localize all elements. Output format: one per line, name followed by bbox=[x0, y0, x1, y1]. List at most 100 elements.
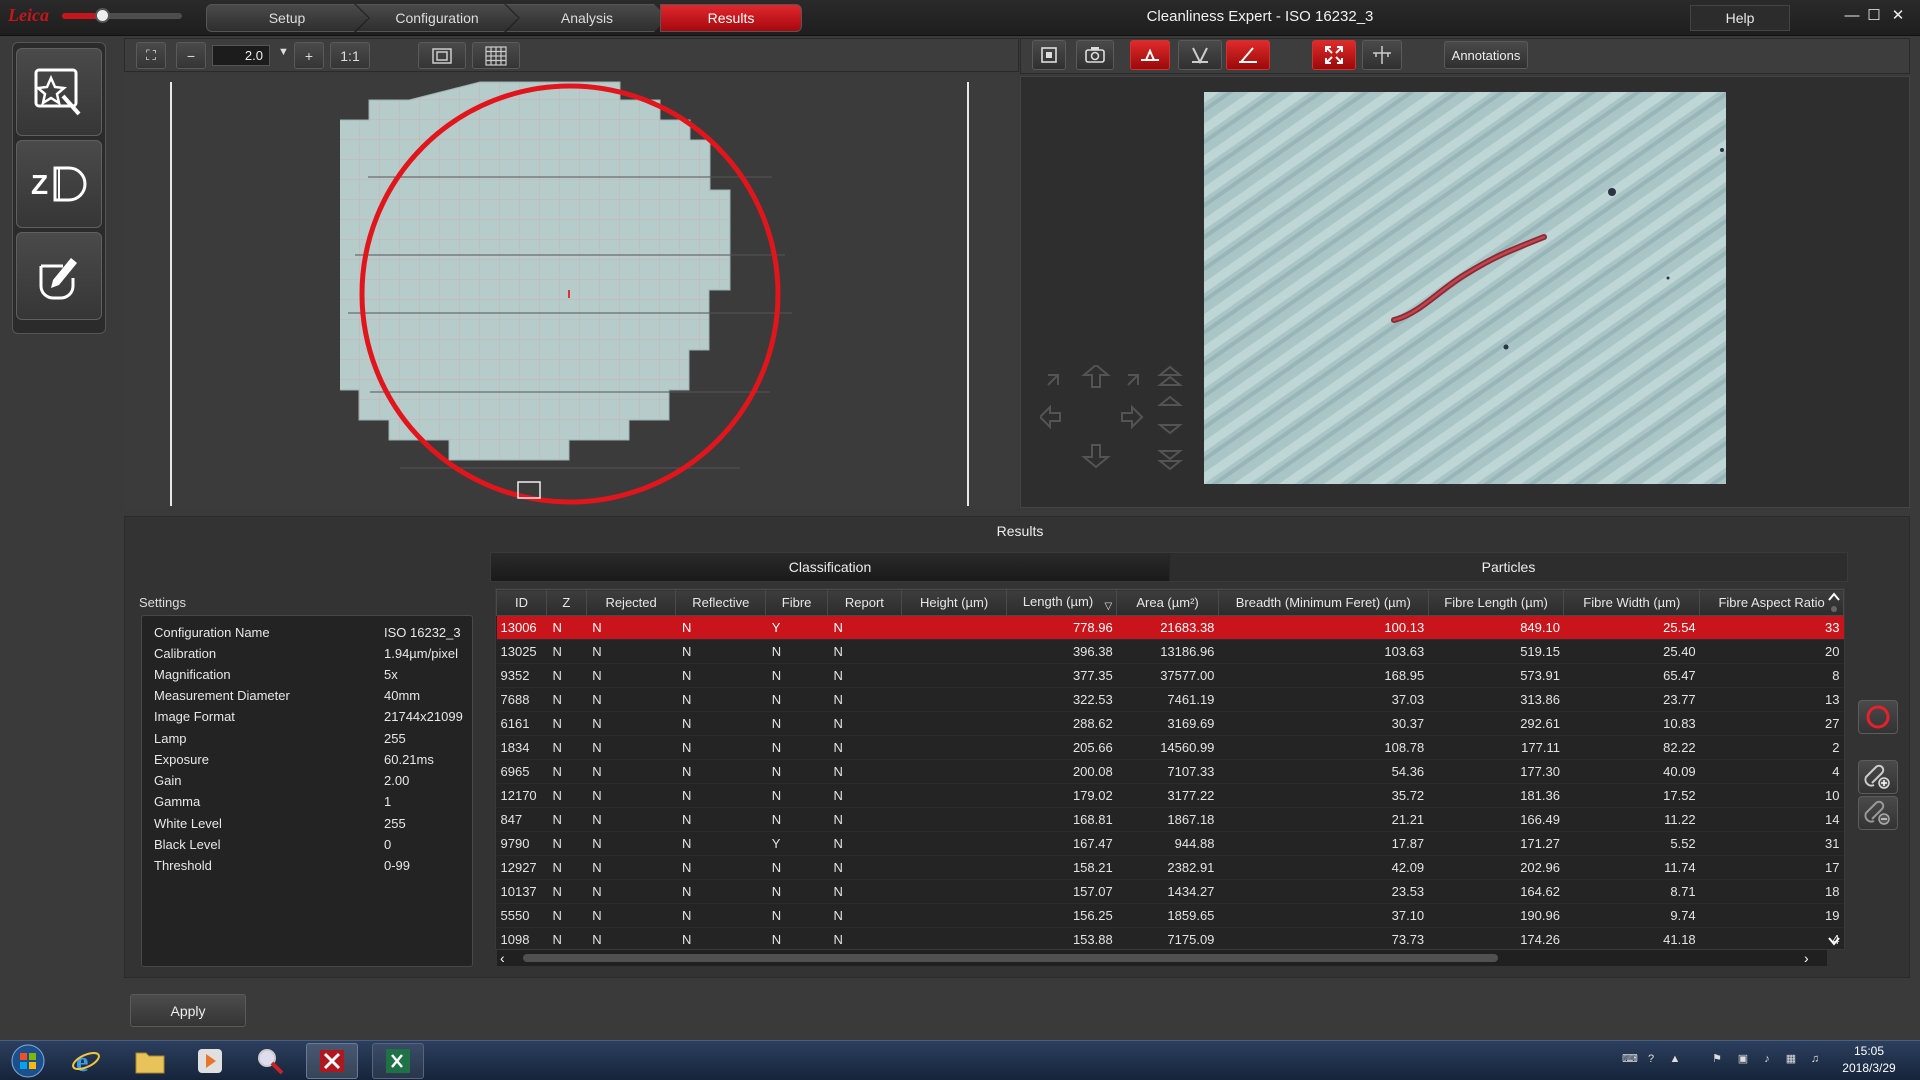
crosshair-button[interactable] bbox=[1362, 40, 1402, 70]
column-header[interactable]: Fibre Aspect Ratio bbox=[1699, 589, 1844, 616]
select-tool-button[interactable] bbox=[16, 48, 102, 136]
column-header[interactable]: Area (µm²) bbox=[1116, 589, 1219, 616]
fit-view-button[interactable]: ⛶ bbox=[136, 42, 166, 69]
table-cell: 4 bbox=[1699, 759, 1844, 784]
table-row[interactable]: 9790 N N N Y N 167.47 944.88 17.87 171.27 5.52 31 bbox=[496, 831, 1844, 856]
zoom-in-button[interactable]: + bbox=[294, 42, 324, 69]
table-cell: N bbox=[546, 687, 587, 712]
length-tool-button[interactable] bbox=[1226, 40, 1270, 70]
add-annotation-button[interactable] bbox=[1858, 760, 1898, 794]
highlight-particle-button[interactable] bbox=[1858, 700, 1898, 734]
column-header[interactable]: Fibre bbox=[765, 589, 828, 616]
one-to-one-button[interactable]: 1:1 bbox=[330, 42, 370, 69]
close-icon[interactable]: ✕ bbox=[1890, 8, 1906, 24]
tab-classification[interactable]: Classification bbox=[491, 553, 1169, 581]
setting-value: 2.00 bbox=[384, 773, 410, 788]
help-tray-icon[interactable]: ? bbox=[1644, 1052, 1658, 1066]
taskbar-excel[interactable] bbox=[372, 1043, 424, 1079]
table-cell: N bbox=[586, 639, 676, 664]
z-stack-tool-button[interactable]: Z bbox=[16, 140, 102, 228]
table-row[interactable]: 10137 N N N N N 157.07 1434.27 23.53 164.62 8.71 18 bbox=[496, 879, 1844, 904]
column-header[interactable]: Reflective bbox=[675, 589, 767, 616]
table-row[interactable]: 1098 N N N N N 153.88 7175.09 73.73 174.26 41.18 4 bbox=[496, 927, 1844, 949]
scroll-up-icon bbox=[1828, 592, 1840, 601]
live-view-button[interactable] bbox=[1032, 40, 1066, 70]
column-header[interactable]: ID bbox=[496, 589, 547, 616]
region-view-button[interactable] bbox=[418, 42, 466, 69]
focus-down-icon bbox=[1157, 450, 1183, 471]
clock-date[interactable]: 2018/3/29 bbox=[1834, 1061, 1904, 1075]
stage-navigation-pad[interactable] bbox=[1040, 365, 1185, 475]
column-header[interactable]: Rejected bbox=[585, 589, 677, 616]
volume-icon[interactable]: ♪ bbox=[1760, 1052, 1774, 1066]
tab-particles[interactable]: Particles bbox=[1170, 553, 1847, 581]
table-row[interactable]: 5550 N N N N N 156.25 1859.65 37.10 190.96 9.74 19 bbox=[496, 903, 1844, 928]
keyboard-icon[interactable]: ⌨ bbox=[1622, 1052, 1638, 1066]
column-header[interactable]: Fibre Length (µm) bbox=[1427, 589, 1565, 616]
workflow-tab-setup[interactable]: Setup bbox=[206, 4, 368, 32]
show-hidden-icons-icon[interactable]: ▲ bbox=[1668, 1052, 1682, 1066]
magnifier-app-icon bbox=[258, 1049, 284, 1075]
table-row[interactable]: 6161 N N N N N 288.62 3169.69 30.37 292.61 10.83 27 bbox=[496, 711, 1844, 736]
start-button[interactable] bbox=[2, 1043, 54, 1079]
taskbar-app-viewer[interactable] bbox=[244, 1043, 296, 1079]
table-cell: N bbox=[827, 615, 902, 640]
measure-particle-button[interactable] bbox=[1130, 40, 1170, 70]
network-icon[interactable]: ▣ bbox=[1736, 1052, 1750, 1066]
table-row[interactable]: 12927 N N N N N 158.21 2382.91 42.09 202.96 11.74 1… bbox=[496, 855, 1844, 880]
table-cell: N bbox=[586, 615, 676, 640]
zoom-level-field[interactable]: 2.0 bbox=[212, 45, 270, 66]
workflow-tab-analysis[interactable]: Analysis bbox=[506, 4, 668, 32]
action-center-icon[interactable]: ▦ bbox=[1784, 1052, 1798, 1066]
scroll-left-icon[interactable]: ‹ bbox=[500, 950, 512, 966]
table-cell: 1098 bbox=[496, 927, 547, 949]
taskbar-browser[interactable]: e bbox=[60, 1043, 112, 1079]
column-header[interactable]: ▽ Length (µm) bbox=[1006, 589, 1118, 616]
particle-micrograph[interactable] bbox=[1204, 92, 1726, 484]
speaker-icon[interactable]: ♫ bbox=[1808, 1052, 1822, 1066]
zoom-dropdown-icon[interactable]: ▼ bbox=[278, 46, 290, 64]
workflow-tab-results[interactable]: Results bbox=[660, 4, 802, 32]
table-row[interactable]: 13006 N N N Y N 778.96 21683.38 100.13 849.10 25.5… bbox=[496, 615, 1844, 640]
table-cell: N bbox=[546, 711, 587, 736]
taskbar-cleanliness-expert[interactable] bbox=[306, 1043, 358, 1079]
table-cell: 5550 bbox=[496, 903, 547, 928]
zoom-out-button[interactable]: − bbox=[176, 42, 206, 69]
help-button[interactable]: Help bbox=[1690, 5, 1790, 31]
snapshot-button[interactable] bbox=[1076, 40, 1114, 70]
table-row[interactable]: 13025 N N N N N 396.38 13186.96 103.63 519.15 25.4… bbox=[496, 639, 1844, 664]
filter-overview-image[interactable] bbox=[340, 80, 800, 510]
fullscreen-button[interactable] bbox=[1312, 40, 1356, 70]
grid-view-button[interactable] bbox=[472, 42, 520, 69]
table-row[interactable]: 9352 N N N N N 377.35 37577.00 168.95 573.91 65.47… bbox=[496, 663, 1844, 688]
table-cell: 41.18 bbox=[1563, 927, 1700, 949]
flag-icon[interactable]: ⚑ bbox=[1710, 1052, 1724, 1066]
table-row[interactable]: 847 N N N N N 168.81 1867.18 21.21 166.49 11.22 14 bbox=[496, 807, 1844, 832]
annotations-button[interactable]: Annotations bbox=[1444, 41, 1528, 69]
angle-tool-button[interactable] bbox=[1178, 40, 1222, 70]
column-header[interactable]: Height (µm) bbox=[900, 589, 1008, 616]
edit-tool-button[interactable] bbox=[16, 232, 102, 320]
column-header[interactable]: Breadth (Minimum Feret) (µm) bbox=[1217, 589, 1429, 616]
table-row[interactable]: 6965 N N N N N 200.08 7107.33 54.36 177.30 40.09 4 bbox=[496, 759, 1844, 784]
taskbar-explorer[interactable] bbox=[124, 1043, 176, 1079]
minimize-icon[interactable]: — bbox=[1844, 8, 1860, 24]
brightness-slider-handle[interactable] bbox=[95, 8, 110, 23]
panel-divider bbox=[967, 82, 969, 506]
workflow-tab-configuration[interactable]: Configuration bbox=[356, 4, 518, 32]
column-header[interactable]: Z bbox=[545, 589, 587, 616]
table-cell bbox=[901, 687, 1007, 712]
apply-button[interactable]: Apply bbox=[130, 994, 246, 1027]
table-row[interactable]: 7688 N N N N N 322.53 7461.19 37.03 313.86 23.77 13 bbox=[496, 687, 1844, 712]
maximize-icon[interactable]: ☐ bbox=[1866, 8, 1882, 24]
table-row[interactable]: 1834 N N N N N 205.66 14560.99 108.78 177.11 82.22… bbox=[496, 735, 1844, 760]
taskbar-media-player[interactable] bbox=[184, 1043, 236, 1079]
horizontal-scroll-thumb[interactable] bbox=[523, 954, 1498, 962]
table-row[interactable]: 12170 N N N N N 179.02 3177.22 35.72 181.36 17.52 1… bbox=[496, 783, 1844, 808]
column-header[interactable]: Fibre Width (µm) bbox=[1563, 589, 1701, 616]
scroll-right-icon[interactable]: › bbox=[1804, 950, 1816, 966]
column-header[interactable]: Report bbox=[827, 589, 902, 616]
clock-time[interactable]: 15:05 bbox=[1840, 1044, 1898, 1058]
table-vertical-scrollbar[interactable] bbox=[1826, 590, 1842, 948]
remove-annotation-button[interactable] bbox=[1858, 796, 1898, 830]
